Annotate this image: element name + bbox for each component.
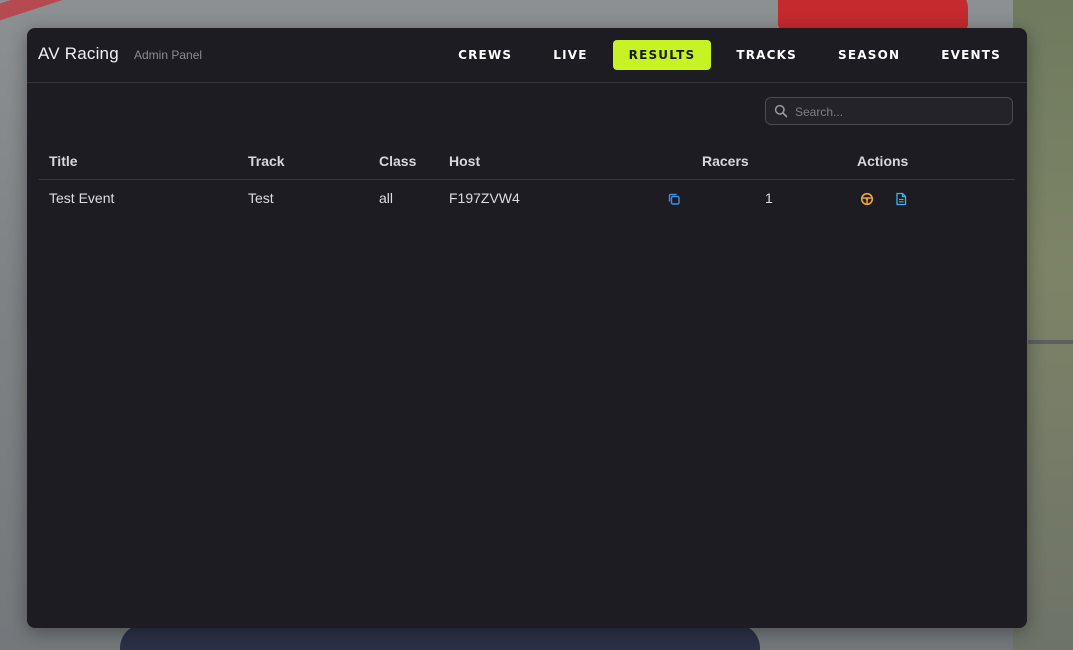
tab-crews[interactable]: CREWS bbox=[442, 40, 528, 70]
cell-track: Test bbox=[248, 190, 274, 206]
search-icon bbox=[774, 104, 788, 118]
background-red-car bbox=[778, 0, 968, 30]
background-road-line bbox=[1028, 340, 1073, 344]
table-header: Title Track Class Host Racers Actions bbox=[39, 142, 1015, 180]
panel-header: AV Racing Admin Panel CREWS LIVE RESULTS… bbox=[27, 28, 1027, 83]
search-box bbox=[765, 97, 1013, 126]
copy-icon[interactable] bbox=[667, 192, 681, 206]
column-header-class[interactable]: Class bbox=[379, 153, 416, 169]
results-table: Title Track Class Host Racers Actions Te… bbox=[39, 142, 1015, 216]
document-icon[interactable] bbox=[894, 192, 908, 206]
column-header-track[interactable]: Track bbox=[248, 153, 285, 169]
column-header-host[interactable]: Host bbox=[449, 153, 480, 169]
tab-events[interactable]: EVENTS bbox=[925, 40, 1017, 70]
column-header-title[interactable]: Title bbox=[49, 153, 78, 169]
cell-class: all bbox=[379, 190, 394, 206]
tab-tracks[interactable]: TRACKS bbox=[720, 40, 813, 70]
app-title: AV Racing bbox=[38, 44, 119, 63]
steering-wheel-icon[interactable] bbox=[860, 192, 874, 206]
table-row: Test Event Test all F197ZVW4 1 bbox=[39, 180, 1015, 216]
column-header-actions: Actions bbox=[857, 153, 909, 169]
search-input[interactable] bbox=[793, 98, 1007, 126]
main-nav: CREWS LIVE RESULTS TRACKS SEASON EVENTS bbox=[433, 40, 1027, 70]
tab-season[interactable]: SEASON bbox=[822, 40, 916, 70]
cell-host: F197ZVW4 bbox=[449, 190, 520, 206]
app-subtitle: Admin Panel bbox=[134, 48, 203, 62]
tab-live[interactable]: LIVE bbox=[537, 40, 603, 70]
background-curb bbox=[0, 0, 195, 26]
admin-panel: AV Racing Admin Panel CREWS LIVE RESULTS… bbox=[27, 28, 1027, 628]
tab-results[interactable]: RESULTS bbox=[612, 40, 712, 70]
column-header-racers[interactable]: Racers bbox=[702, 153, 749, 169]
cell-title: Test Event bbox=[49, 190, 115, 206]
cell-racers: 1 bbox=[765, 190, 773, 206]
